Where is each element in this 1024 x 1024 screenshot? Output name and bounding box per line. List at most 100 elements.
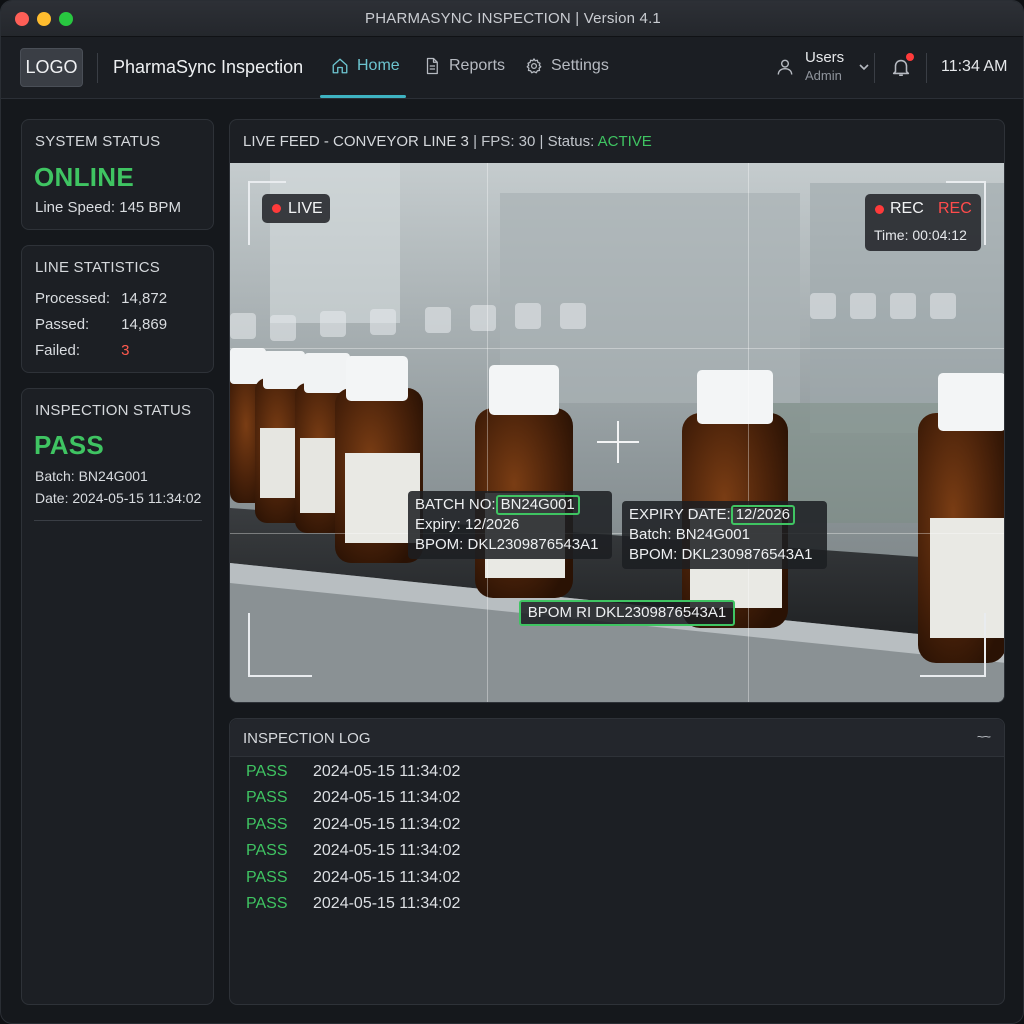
ocr-bpom: BPOM: DKL2309876543A1 [629, 546, 813, 563]
log-status: PASS [246, 815, 288, 833]
stat-row-failed: Failed: 3 [35, 342, 130, 359]
log-status: PASS [246, 894, 288, 912]
nav-home[interactable]: Home [331, 57, 400, 75]
rec-label: REC [890, 200, 924, 217]
log-row[interactable]: PASS 2024-05-15 11:34:02 [230, 842, 1004, 868]
log-row[interactable]: PASS 2024-05-15 11:34:02 [230, 763, 1004, 789]
ocr-batch-line: BATCH NO: BN24G001 [415, 495, 605, 515]
log-status: PASS [246, 842, 288, 860]
inspection-log-panel: INSPECTION LOG ~~ PASS 2024-05-15 11:34:0… [229, 718, 1005, 1005]
recording-indicator[interactable]: REC REC Time: 00:04:12 [865, 194, 981, 251]
ocr-overlay-bpom: BPOM RI DKL2309876543A1 [519, 600, 735, 626]
inspection-status-title: INSPECTION STATUS [35, 402, 192, 419]
user-menu[interactable]: Users Admin [775, 49, 870, 85]
header-divider [97, 53, 98, 83]
log-time: 2024-05-15 11:34:02 [313, 868, 461, 886]
grid-line [487, 163, 488, 702]
frame-corner [920, 613, 986, 677]
stat-value-failed: 3 [121, 342, 130, 359]
ocr-bpom: BPOM: DKL2309876543A1 [415, 536, 599, 553]
inspection-status-panel: INSPECTION STATUS PASS Batch: BN24G001 D… [21, 388, 214, 1005]
header-divider [874, 53, 875, 83]
frame-corner [248, 613, 312, 677]
stat-label: Processed: [35, 290, 111, 307]
inspection-batch: Batch: BN24G001 [35, 468, 148, 484]
stat-value: 14,869 [121, 316, 168, 333]
live-label: LIVE [288, 199, 323, 217]
stat-row-passed: Passed: 14,869 [35, 316, 167, 333]
inspection-log-title: INSPECTION LOG [243, 730, 371, 747]
grid-line [748, 163, 749, 702]
app-header: LOGO PharmaSync Inspection Home Reports … [1, 37, 1023, 99]
user-name: Users [805, 49, 845, 66]
inspection-result: PASS [34, 430, 105, 460]
chevron-down-icon [859, 64, 869, 71]
line-statistics-panel: LINE STATISTICS Processed: 14,872 Passed… [21, 245, 214, 373]
log-time: 2024-05-15 11:34:02 [313, 894, 461, 912]
active-tab-indicator [320, 95, 406, 98]
logo[interactable]: LOGO [20, 48, 83, 87]
log-status: PASS [246, 763, 288, 780]
ocr-expiry-label: EXPIRY DATE: [629, 506, 731, 523]
log-time: 2024-05-15 11:34:02 [313, 763, 461, 780]
clock: 11:34 AM [941, 58, 1008, 75]
line-speed: Line Speed: 145 BPM [35, 199, 181, 216]
live-dot-icon [272, 204, 281, 213]
divider [34, 520, 202, 521]
ocr-batch-label: BATCH NO: [415, 496, 496, 513]
ocr-overlay-batch: BATCH NO: BN24G001 Expiry: 12/2026 BPOM: … [408, 491, 612, 559]
stat-row-processed: Processed: 14,872 [35, 290, 167, 307]
inspection-log-list: PASS 2024-05-15 11:34:02 PASS 2024-05-15 1… [230, 763, 1004, 921]
system-status-title: SYSTEM STATUS [35, 133, 161, 150]
nav-reports[interactable]: Reports [423, 57, 505, 75]
rec-dot-icon [875, 204, 884, 214]
system-status-value: ONLINE [34, 162, 135, 192]
window-title: PHARMASYNC INSPECTION | Version 4.1 [365, 10, 661, 27]
log-time: 2024-05-15 11:34:02 [313, 842, 461, 860]
inspection-log-header: INSPECTION LOG ~~ [230, 719, 1004, 757]
log-row[interactable]: PASS 2024-05-15 11:34:02 [230, 895, 1004, 921]
user-role: Admin [805, 68, 842, 83]
rec-time: Time: 00:04:12 [874, 227, 967, 243]
inspection-date: Date: 2024-05-15 11:34:02 [35, 490, 202, 506]
nav-settings[interactable]: Settings [525, 57, 609, 75]
grid-line [230, 533, 1004, 534]
line-statistics-title: LINE STATISTICS [35, 259, 160, 276]
title-bar: PHARMASYNC INSPECTION | Version 4.1 [1, 1, 1023, 37]
ocr-expiry-highlight: 12/2026 [730, 505, 795, 525]
nav-home-label: Home [357, 57, 400, 74]
live-indicator: LIVE [262, 194, 330, 223]
ocr-batch-highlight: BN24G001 [495, 495, 580, 515]
app-window: PHARMASYNC INSPECTION | Version 4.1 LOGO… [0, 0, 1024, 1024]
live-feed-title: LIVE FEED - CONVEYOR LINE 3 [243, 133, 469, 150]
stat-label: Failed: [35, 342, 81, 359]
log-row[interactable]: PASS 2024-05-15 11:34:02 [230, 816, 1004, 842]
gear-icon [526, 58, 542, 74]
rec-row: REC [875, 200, 924, 218]
home-icon [332, 58, 348, 74]
nav-reports-label: Reports [449, 57, 506, 74]
stat-label: Passed: [35, 316, 90, 333]
ocr-batch: Batch: BN24G001 [629, 526, 750, 543]
log-time: 2024-05-15 11:34:02 [313, 789, 461, 807]
camera-viewport[interactable]: LIVE REC REC Time: 00:04:12 BATCH NO: BN2… [230, 163, 1004, 702]
log-row[interactable]: PASS 2024-05-15 11:34:02 [230, 789, 1004, 815]
ocr-expiry-line: EXPIRY DATE: 12/2026 [629, 505, 820, 525]
live-feed-fps: | FPS: 30 | Status: [473, 133, 595, 150]
user-icon [777, 59, 793, 75]
log-status: PASS [246, 868, 288, 886]
log-menu-icon[interactable]: ~~ [977, 729, 991, 744]
live-feed-title-line: LIVE FEED - CONVEYOR LINE 3 | FPS: 30 | … [243, 133, 652, 150]
log-row[interactable]: PASS 2024-05-15 11:34:02 [230, 869, 1004, 895]
header-divider [926, 53, 927, 83]
notification-badge [906, 53, 914, 61]
rec-label-red: REC [938, 200, 972, 217]
grid-line [230, 348, 1004, 349]
stat-value: 14,872 [121, 290, 168, 307]
ocr-expiry: Expiry: 12/2026 [415, 516, 520, 533]
ocr-overlay-expiry: EXPIRY DATE: 12/2026 Batch: BN24G001 BPOM… [622, 501, 827, 569]
system-status-panel: SYSTEM STATUS ONLINE Line Speed: 145 BPM [21, 119, 214, 230]
crosshair-icon [597, 441, 639, 443]
log-time: 2024-05-15 11:34:02 [313, 815, 461, 833]
live-feed-status: ACTIVE [597, 133, 652, 150]
